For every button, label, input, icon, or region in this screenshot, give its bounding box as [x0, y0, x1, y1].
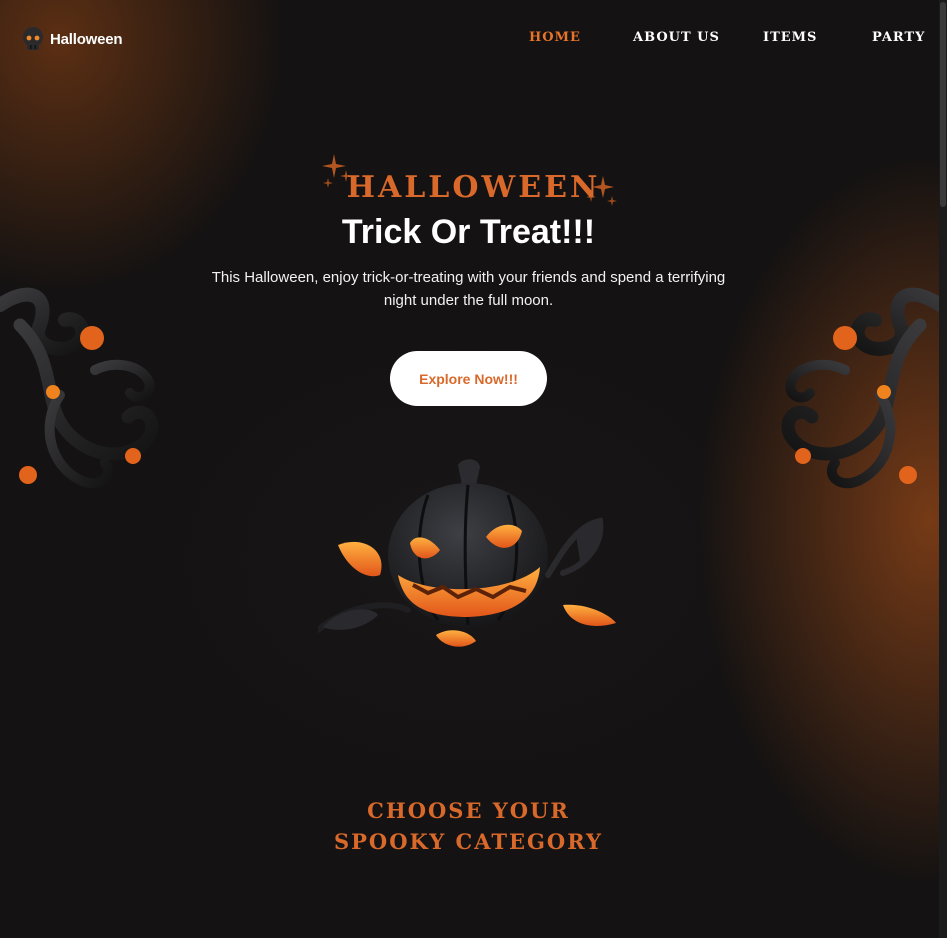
category-title-line-1: Choose your — [367, 798, 570, 823]
nav-items[interactable]: Items — [763, 30, 817, 45]
hero-kicker: Halloween — [346, 170, 601, 205]
twisted-vine-icon — [0, 285, 165, 500]
nav-about-us[interactable]: About Us — [633, 30, 720, 45]
category-section-title: Choose your spooky category — [0, 795, 937, 857]
category-title-line-2: spooky category — [333, 829, 604, 854]
nav-party[interactable]: Party — [872, 30, 925, 45]
nav-home[interactable]: Home — [529, 30, 581, 45]
hero-title: Trick Or Treat!!! — [341, 213, 596, 251]
hero-description: This Halloween, enjoy trick-or-treating … — [211, 269, 726, 309]
scrollbar-thumb[interactable] — [940, 2, 946, 207]
twisted-vine-icon — [775, 285, 947, 500]
explore-now-button[interactable]: Explore Now!!! — [390, 351, 547, 406]
jack-o-lantern-icon — [315, 455, 618, 660]
main-nav: Home About Us Items Party — [0, 30, 947, 50]
page-scrollbar[interactable] — [939, 0, 947, 938]
